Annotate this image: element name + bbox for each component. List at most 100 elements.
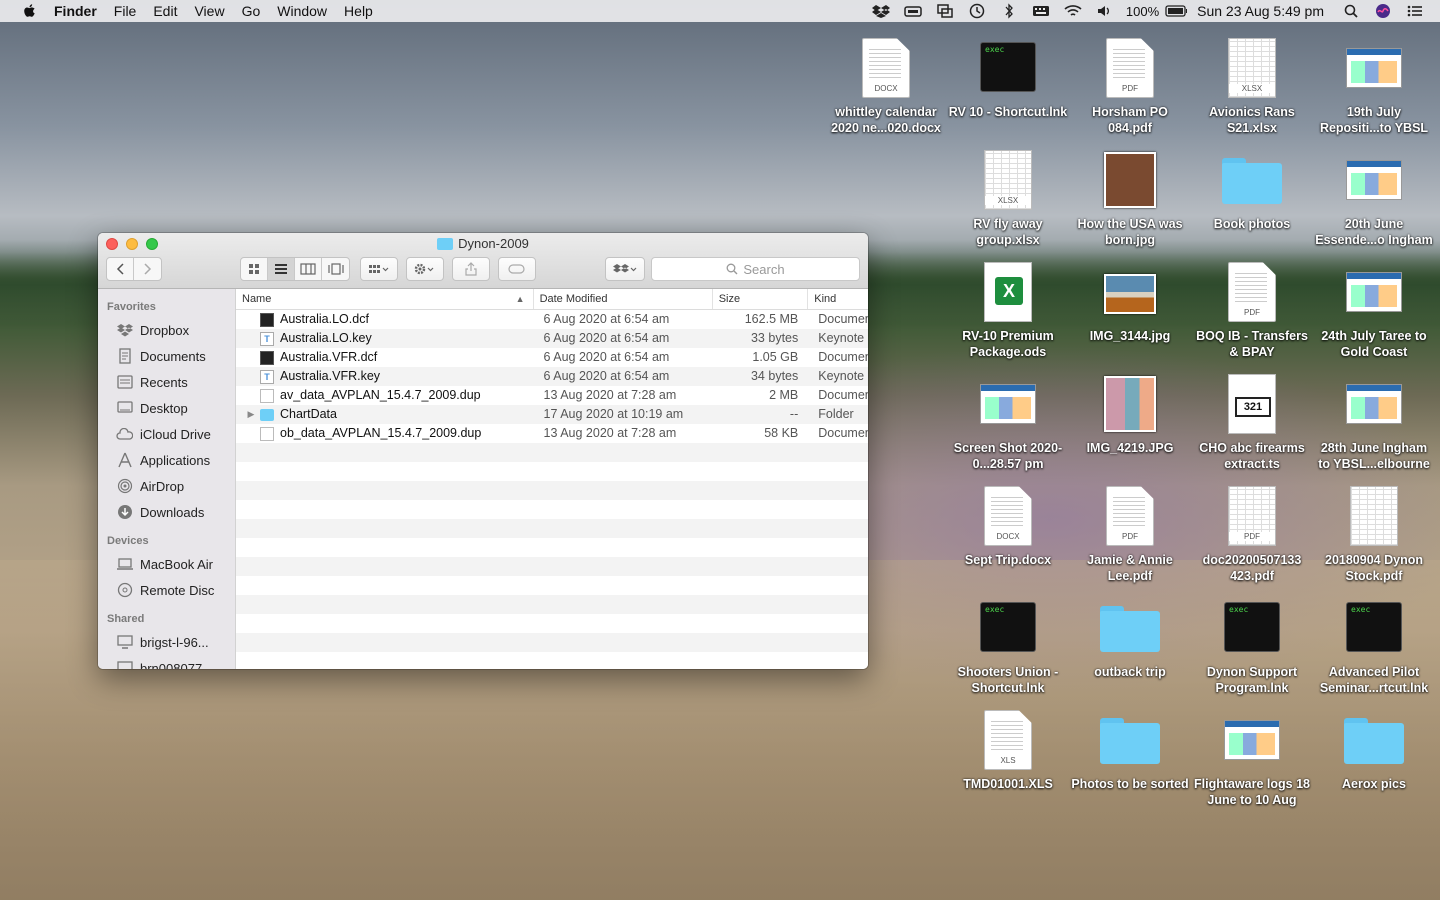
battery-icon[interactable]: [1165, 3, 1188, 19]
bluetooth-icon[interactable]: [998, 3, 1020, 19]
sidebar-item-shared-2[interactable]: brn008077...: [98, 655, 235, 669]
recents-icon: [116, 375, 133, 390]
action-gear-button[interactable]: [406, 257, 444, 281]
sidebar-item-airdrop[interactable]: AirDrop: [98, 473, 235, 499]
menu-go[interactable]: Go: [242, 3, 261, 19]
search-field[interactable]: Search: [651, 257, 860, 281]
drive-icon[interactable]: [902, 3, 924, 19]
dropbox-toolbar-button[interactable]: [605, 257, 645, 281]
file-row[interactable]: Australia.VFR.dcf 6 Aug 2020 at 6:54 am 1.…: [236, 348, 868, 367]
file-name: av_data_AVPLAN_15.4.7_2009.dup: [280, 388, 481, 402]
file-row[interactable]: T Australia.LO.key 6 Aug 2020 at 6:54 am 33…: [236, 329, 868, 348]
file-kind: Document: [818, 312, 868, 326]
empty-row: [236, 538, 868, 557]
siri-icon[interactable]: [1372, 3, 1394, 19]
gallery-view-button[interactable]: [322, 258, 349, 280]
forward-button[interactable]: [134, 258, 161, 280]
desktop-item[interactable]: DOCX whittley calendar 2020 ne...020.docx: [826, 36, 946, 136]
sidebar-item-icloud-drive[interactable]: iCloud Drive: [98, 421, 235, 447]
disclosure-triangle-icon[interactable]: ▶: [242, 405, 260, 424]
sidebar-label: Documents: [140, 348, 206, 364]
desktop-item[interactable]: IMG_4219.JPG: [1070, 372, 1190, 456]
column-date-header[interactable]: Date Modified: [534, 289, 713, 309]
desktop-item[interactable]: PDF Jamie & Annie Lee.pdf: [1070, 484, 1190, 584]
desktop-item[interactable]: PDF BOQ IB - Transfers & BPAY: [1192, 260, 1312, 360]
desktop-item[interactable]: 28th June Ingham to YBSL...elbourne: [1314, 372, 1434, 472]
column-name-header[interactable]: Name ▲: [236, 289, 534, 309]
keyboard-icon[interactable]: [1030, 3, 1052, 19]
menu-window[interactable]: Window: [277, 3, 327, 19]
notification-center-icon[interactable]: [1404, 3, 1426, 19]
desktop-item[interactable]: 20th June Essende...o Ingham: [1314, 148, 1434, 248]
desktop-item[interactable]: XLSX RV fly away group.xlsx: [948, 148, 1068, 248]
desktop-item[interactable]: exec Advanced Pilot Seminar...rtcut.lnk: [1314, 596, 1434, 696]
finder-titlebar[interactable]: Dynon-2009 Search: [98, 233, 868, 289]
desktop-item[interactable]: How the USA was born.jpg: [1070, 148, 1190, 248]
wifi-icon[interactable]: [1062, 3, 1084, 19]
desktop-item[interactable]: PDF Horsham PO 084.pdf: [1070, 36, 1190, 136]
menu-edit[interactable]: Edit: [153, 3, 177, 19]
desktop-item[interactable]: Aerox pics: [1314, 708, 1434, 792]
desktop-item[interactable]: exec Dynon Support Program.lnk: [1192, 596, 1312, 696]
desktop-item[interactable]: DOCX Sept Trip.docx: [948, 484, 1068, 568]
display-mirror-icon[interactable]: [934, 3, 956, 19]
empty-row: [236, 614, 868, 633]
desktop-item[interactable]: 321 CHO abc firearms extract.ts: [1192, 372, 1312, 472]
desktop-item[interactable]: XLSX Avionics Rans S21.xlsx: [1192, 36, 1312, 136]
spotlight-icon[interactable]: [1340, 3, 1362, 19]
file-row[interactable]: av_data_AVPLAN_15.4.7_2009.dup 13 Aug 202…: [236, 386, 868, 405]
file-row[interactable]: ob_data_AVPLAN_15.4.7_2009.dup 13 Aug 202…: [236, 424, 868, 443]
group-by-button[interactable]: [360, 257, 398, 281]
apple-menu-icon[interactable]: [20, 3, 40, 19]
desktop-item[interactable]: 20180904 Dynon Stock.pdf: [1314, 484, 1434, 584]
desktop-item[interactable]: X RV-10 Premium Package.ods: [948, 260, 1068, 360]
empty-row: [236, 481, 868, 500]
sidebar-item-remote-disc[interactable]: Remote Disc: [98, 577, 235, 603]
file-row[interactable]: T Australia.VFR.key 6 Aug 2020 at 6:54 am 3…: [236, 367, 868, 386]
desktop-item[interactable]: 24th July Taree to Gold Coast: [1314, 260, 1434, 360]
column-view-button[interactable]: [295, 258, 322, 280]
desktop-item[interactable]: XLS TMD01001.XLS: [948, 708, 1068, 792]
desktop-item[interactable]: Flightaware logs 18 June to 10 Aug: [1192, 708, 1312, 808]
menu-view[interactable]: View: [194, 3, 224, 19]
desktop-item[interactable]: IMG_3144.jpg: [1070, 260, 1190, 344]
menu-help[interactable]: Help: [344, 3, 373, 19]
spreadsheet-icon: XLSX: [1220, 36, 1284, 100]
desktop-item[interactable]: 19th July Repositi...to YBSL: [1314, 36, 1434, 136]
sidebar-item-applications[interactable]: Applications: [98, 447, 235, 473]
column-kind-header[interactable]: Kind: [808, 289, 868, 309]
sidebar-item-desktop[interactable]: Desktop: [98, 395, 235, 421]
desktop-item[interactable]: outback trip: [1070, 596, 1190, 680]
desktop-item[interactable]: exec RV 10 - Shortcut.lnk: [948, 36, 1068, 120]
desktop-item[interactable]: Book photos: [1192, 148, 1312, 232]
back-button[interactable]: [107, 258, 134, 280]
menu-app-name[interactable]: Finder: [54, 3, 97, 19]
clock[interactable]: Sun 23 Aug 5:49 pm: [1197, 3, 1324, 19]
empty-row: [236, 462, 868, 481]
sidebar-item-macbook-air[interactable]: MacBook Air: [98, 551, 235, 577]
list-view-button[interactable]: [268, 258, 295, 280]
column-size-header[interactable]: Size: [713, 289, 809, 309]
volume-icon[interactable]: [1094, 3, 1116, 19]
desktop-item[interactable]: PDF doc20200507133 423.pdf: [1192, 484, 1312, 584]
finder-sidebar: Favorites Dropbox Documents Recents Desk…: [98, 289, 236, 669]
sidebar-favorites-header: Favorites: [107, 301, 156, 313]
menu-file[interactable]: File: [114, 3, 137, 19]
sidebar-item-dropbox[interactable]: Dropbox: [98, 317, 235, 343]
dropbox-status-icon[interactable]: [870, 3, 892, 19]
desktop-item[interactable]: Screen Shot 2020-0...28.57 pm: [948, 372, 1068, 472]
sidebar-item-downloads[interactable]: Downloads: [98, 499, 235, 525]
share-button[interactable]: [452, 257, 490, 281]
time-machine-icon[interactable]: [966, 3, 988, 19]
desktop-item-label: RV fly away group.xlsx: [973, 217, 1043, 247]
file-row[interactable]: ▶ ChartData 17 Aug 2020 at 10:19 am -- Folde…: [236, 405, 868, 424]
sidebar-item-recents[interactable]: Recents: [98, 369, 235, 395]
desktop-item[interactable]: Photos to be sorted: [1070, 708, 1190, 792]
sidebar-item-documents[interactable]: Documents: [98, 343, 235, 369]
desktop-item-label: Jamie & Annie Lee.pdf: [1087, 553, 1173, 583]
desktop-item[interactable]: exec Shooters Union - Shortcut.lnk: [948, 596, 1068, 696]
sidebar-item-shared-1[interactable]: brigst-l-96...: [98, 629, 235, 655]
icon-view-button[interactable]: [241, 258, 268, 280]
file-row[interactable]: Australia.LO.dcf 6 Aug 2020 at 6:54 am 162…: [236, 310, 868, 329]
tags-button[interactable]: [498, 257, 536, 281]
